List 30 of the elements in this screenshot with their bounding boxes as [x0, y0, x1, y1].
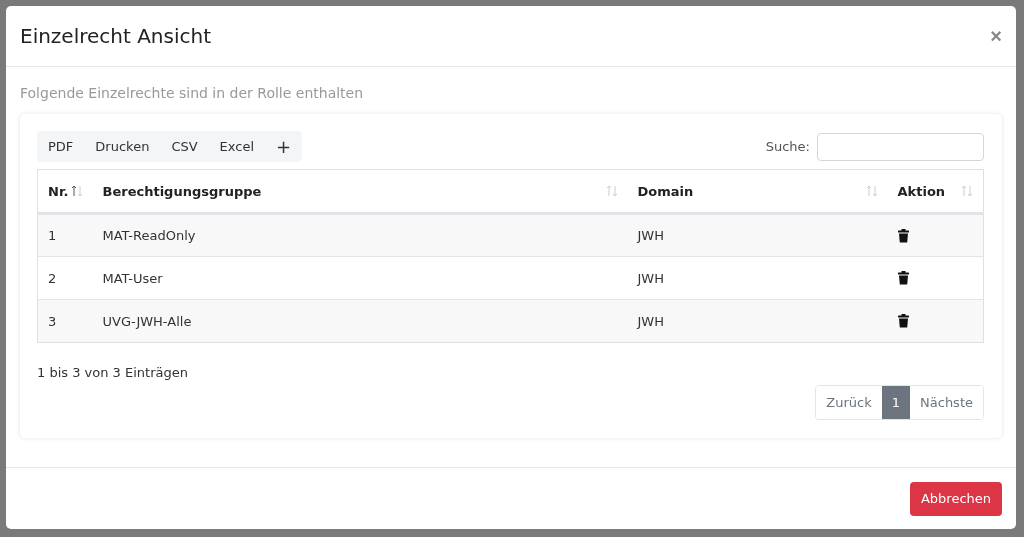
export-button[interactable]: PDF	[37, 131, 85, 162]
table-cell: 1	[37, 213, 93, 257]
table-cell: UVG-JWH-Alle	[92, 299, 628, 343]
table-cell: 3	[37, 299, 93, 343]
entries-info: 1 bis 3 von 3 Einträgen	[37, 365, 189, 380]
column-header[interactable]: Nr.	[48, 183, 69, 199]
export-button[interactable]: CSV	[160, 131, 209, 162]
table-cell: JWH	[627, 213, 888, 257]
column-header[interactable]: Aktion	[897, 183, 946, 199]
trash-icon[interactable]	[897, 314, 909, 328]
table-cell: JWH	[627, 256, 888, 300]
column-header[interactable]: Berechtigungsgruppe	[102, 183, 262, 199]
export-button[interactable]: Drucken	[84, 131, 161, 162]
search-field[interactable]	[817, 132, 984, 161]
table-cell: MAT-User	[92, 256, 628, 300]
table-cell: 2	[37, 256, 93, 300]
dialog-title: Einzelrecht Ansicht	[20, 24, 212, 48]
column-header[interactable]: Domain	[637, 183, 694, 199]
table-cell: JWH	[627, 299, 888, 343]
export-button[interactable]: Excel	[208, 131, 266, 162]
export-button[interactable]: +	[265, 131, 303, 162]
page-button[interactable]: 1	[881, 386, 911, 419]
cancel-button[interactable]: Abbrechen	[909, 481, 1002, 516]
subtitle: Folgende Einzelrechte sind in der Rolle enthalten	[20, 85, 365, 101]
sort-icon[interactable]	[70, 185, 83, 197]
trash-icon[interactable]	[897, 228, 909, 243]
search-label: Suche:	[765, 139, 810, 154]
close-button[interactable]: ×	[990, 24, 1002, 48]
table-cell: MAT-ReadOnly	[92, 213, 628, 257]
trash-icon[interactable]	[897, 271, 909, 285]
